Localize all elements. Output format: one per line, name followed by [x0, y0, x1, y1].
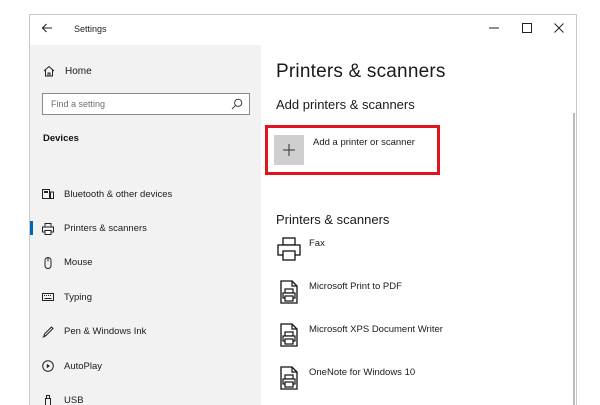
printer-name: Microsoft Print to PDF [309, 281, 402, 292]
sidebar-item-label: Bluetooth & other devices [64, 188, 173, 200]
printer-item-pdf[interactable]: Microsoft Print to PDF [277, 280, 402, 304]
sidebar-item-label: Pen & Windows Ink [64, 326, 147, 338]
sidebar-item-label: Printers & scanners [64, 223, 147, 235]
page-title: Printers & scanners [276, 61, 446, 82]
home-icon [43, 65, 55, 77]
sidebar-item-printers-scanners[interactable]: Printers & scanners [30, 211, 261, 245]
printer-item-fax[interactable]: Fax [277, 237, 325, 261]
autoplay-icon [42, 360, 54, 372]
arrow-left-icon [41, 23, 52, 33]
printer-item-xps[interactable]: Microsoft XPS Document Writer [277, 323, 443, 347]
title-bar: Settings [30, 15, 576, 45]
sidebar-item-label: AutoPlay [64, 360, 103, 372]
keyboard-icon [42, 291, 54, 303]
search-input[interactable] [43, 94, 223, 114]
window-title: Settings [74, 24, 107, 34]
sidebar-item-typing[interactable]: Typing [30, 280, 261, 314]
search-icon[interactable] [231, 98, 243, 110]
printer-name: OneNote for Windows 10 [309, 367, 416, 378]
sidebar-item-label: USB [64, 395, 84, 405]
add-printer-label[interactable]: Add a printer or scanner [313, 137, 415, 148]
printer-name: Fax [309, 238, 325, 249]
sidebar-item-pen[interactable]: Pen & Windows Ink [30, 315, 261, 349]
printer-item-onenote[interactable]: OneNote for Windows 10 [277, 366, 415, 390]
printer-name: Microsoft XPS Document Writer [309, 324, 443, 335]
document-printer-icon [280, 280, 298, 304]
pen-icon [42, 326, 54, 338]
close-button[interactable] [550, 21, 568, 39]
sidebar-item-label: Typing [64, 291, 92, 303]
main-content: Printers & scanners Add printers & scann… [261, 45, 576, 405]
sidebar-item-bluetooth[interactable]: Bluetooth & other devices [30, 177, 261, 211]
fax-printer-icon [277, 237, 301, 261]
sidebar-item-mouse[interactable]: Mouse [30, 246, 261, 280]
document-printer-icon [280, 323, 298, 347]
usb-icon [42, 394, 54, 405]
mouse-icon [42, 256, 54, 269]
sidebar-nav: Bluetooth & other devices Printers & sca… [30, 177, 261, 405]
document-printer-icon [280, 366, 298, 390]
add-printer-button[interactable] [274, 135, 304, 165]
scrollbar[interactable] [573, 113, 575, 405]
search-box [42, 93, 250, 115]
sidebar-item-home[interactable]: Home [43, 63, 92, 79]
sidebar-home-label: Home [65, 65, 92, 77]
back-button[interactable] [38, 21, 56, 39]
maximize-icon [522, 23, 532, 33]
plus-icon [283, 144, 295, 156]
section-heading: Devices [43, 133, 79, 144]
printers-list-title: Printers & scanners [276, 212, 390, 227]
settings-window: Settings Home Devices Bluetooth & ot [29, 14, 577, 405]
maximize-button[interactable] [518, 21, 536, 39]
sidebar-item-usb[interactable]: USB [30, 383, 261, 405]
printer-icon [42, 222, 54, 235]
sidebar: Home Devices Bluetooth & other devices P… [30, 45, 261, 405]
close-icon [554, 23, 564, 33]
sidebar-item-label: Mouse [64, 257, 93, 269]
add-section-title: Add printers & scanners [276, 97, 415, 112]
minimize-icon [489, 27, 499, 29]
sidebar-item-autoplay[interactable]: AutoPlay [30, 349, 261, 383]
bluetooth-devices-icon [42, 188, 54, 200]
minimize-button[interactable] [485, 21, 503, 39]
